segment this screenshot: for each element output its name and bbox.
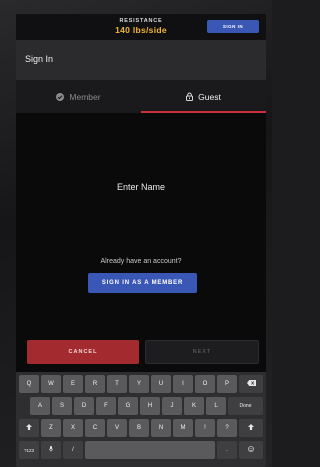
key-e[interactable]: E <box>63 375 83 393</box>
key-y[interactable]: Y <box>129 375 149 393</box>
space-bar[interactable] <box>85 441 215 459</box>
keyboard-row-1: Q W E R T Y U I O P <box>16 375 266 393</box>
shift-key-right[interactable] <box>239 419 263 437</box>
page-title: Sign In <box>25 54 54 64</box>
key-a[interactable]: A <box>30 397 50 415</box>
backspace-key[interactable] <box>239 375 263 393</box>
tab-guest-label: Guest <box>198 91 221 102</box>
key-q[interactable]: Q <box>19 375 39 393</box>
symbols-key[interactable]: ?123 <box>19 441 39 459</box>
cancel-button[interactable]: CANCEL <box>27 340 139 364</box>
key-p[interactable]: P <box>217 375 237 393</box>
key-g[interactable]: G <box>118 397 138 415</box>
key-o[interactable]: O <box>195 375 215 393</box>
key-h[interactable]: H <box>140 397 160 415</box>
key-question[interactable]: ? <box>217 419 237 437</box>
key-t[interactable]: T <box>107 375 127 393</box>
enter-name-prompt[interactable]: Enter Name <box>16 182 266 192</box>
keyboard-row-4: ?123 / . <box>16 441 266 459</box>
done-key[interactable]: Done <box>228 397 263 415</box>
keyboard-row-2: A S D F G H J K L Done <box>16 397 266 415</box>
key-s[interactable]: S <box>52 397 72 415</box>
shift-key[interactable] <box>19 419 39 437</box>
key-i[interactable]: I <box>173 375 193 393</box>
key-r[interactable]: R <box>85 375 105 393</box>
slash-key[interactable]: / <box>63 441 83 459</box>
key-j[interactable]: J <box>162 397 182 415</box>
screen: RESISTANCE 140 lbs/side SIGN IN Sign In … <box>16 14 266 467</box>
key-x[interactable]: X <box>63 419 83 437</box>
emoji-icon <box>248 446 254 454</box>
key-c[interactable]: C <box>85 419 105 437</box>
period-key[interactable]: . <box>217 441 237 459</box>
tab-member[interactable]: Member <box>16 80 141 113</box>
sign-in-as-member-button[interactable]: SIGN IN AS A MEMBER <box>88 273 197 293</box>
key-l[interactable]: L <box>206 397 226 415</box>
key-u[interactable]: U <box>151 375 171 393</box>
have-account-text: Already have an account? <box>100 258 182 265</box>
status-bar: RESISTANCE 140 lbs/side SIGN IN <box>16 14 266 40</box>
key-exclamation[interactable]: ! <box>195 419 215 437</box>
key-b[interactable]: B <box>129 419 149 437</box>
key-m[interactable]: M <box>173 419 193 437</box>
on-screen-keyboard: Q W E R T Y U I O P A S D F G H J K L Do… <box>16 372 266 467</box>
keyboard-row-3: Z X C V B N M ! ? <box>16 419 266 437</box>
key-f[interactable]: F <box>96 397 116 415</box>
shift-icon <box>248 424 254 432</box>
check-circle-icon <box>56 92 65 101</box>
key-z[interactable]: Z <box>41 419 61 437</box>
key-d[interactable]: D <box>74 397 94 415</box>
key-v[interactable]: V <box>107 419 127 437</box>
shift-icon <box>26 424 32 432</box>
emoji-key[interactable] <box>239 441 263 459</box>
backspace-icon <box>246 380 256 388</box>
sign-in-tabs: Member Guest <box>16 80 266 113</box>
page-header: Sign In <box>16 40 266 80</box>
tab-member-label: Member <box>69 91 101 102</box>
key-w[interactable]: W <box>41 375 61 393</box>
mic-key[interactable] <box>41 441 61 459</box>
lock-icon <box>186 92 194 101</box>
tab-guest[interactable]: Guest <box>141 80 266 113</box>
top-sign-in-button[interactable]: SIGN IN <box>207 20 259 33</box>
mic-icon <box>49 446 53 454</box>
key-k[interactable]: K <box>184 397 204 415</box>
key-n[interactable]: N <box>151 419 171 437</box>
next-button[interactable]: NEXT <box>145 340 259 364</box>
